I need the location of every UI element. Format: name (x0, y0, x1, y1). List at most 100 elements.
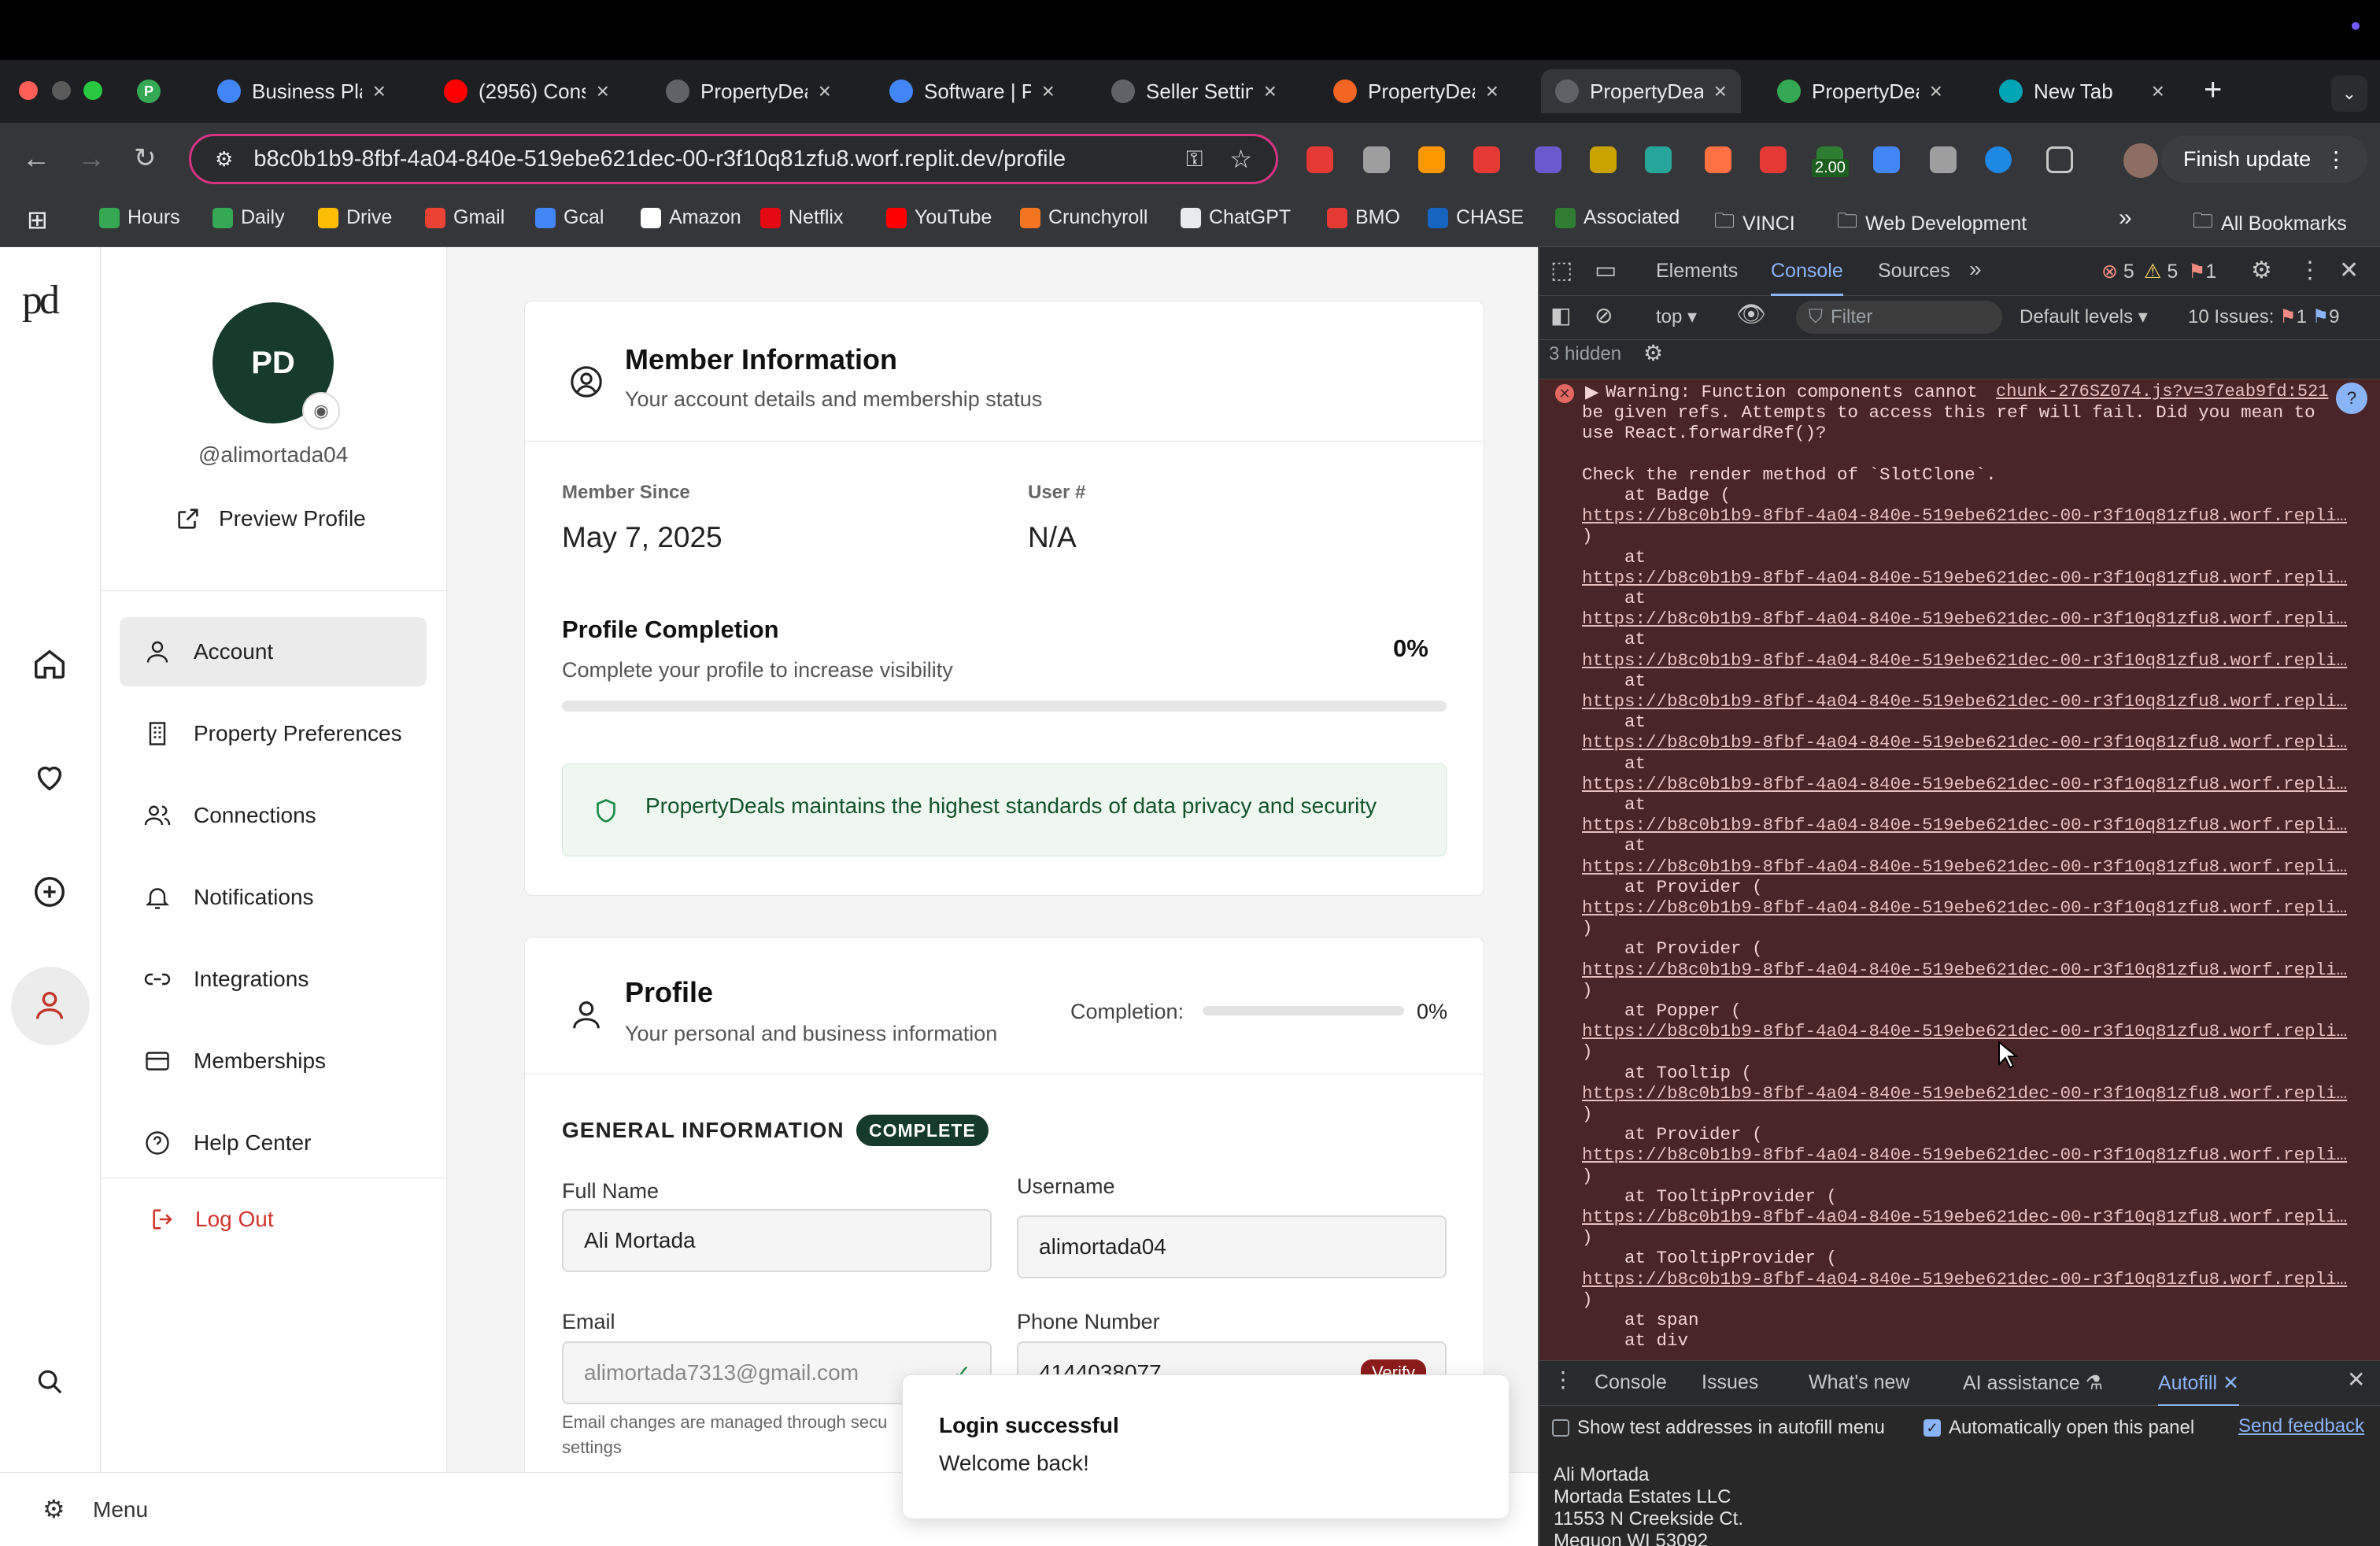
bookmark-item[interactable]: Amazon (641, 206, 741, 229)
home-icon[interactable] (31, 645, 68, 682)
console-settings-icon[interactable]: ⚙ (1643, 340, 1663, 366)
show-test-checkbox[interactable] (1552, 1419, 1569, 1437)
drawer-tab-close-icon[interactable]: ✕ (2223, 1372, 2239, 1394)
more-bookmarks-icon[interactable]: » (2119, 205, 2132, 231)
auto-open-checkbox[interactable]: ✓ (1924, 1419, 1941, 1437)
bookmark-item[interactable]: Associated (1555, 206, 1680, 229)
bookmark-star-icon[interactable]: ☆ (1229, 144, 1252, 174)
stack-trace-link[interactable]: https://b8c0b1b9-8fbf-4a04-840e-519ebe62… (1582, 1145, 2347, 1165)
bookmark-item[interactable]: CHASE (1428, 206, 1524, 229)
browser-tab[interactable]: New Tab × (1985, 69, 2179, 113)
bookmark-item[interactable]: Crunchyroll (1020, 206, 1148, 229)
more-tabs-icon[interactable]: » (1969, 257, 1982, 282)
console-filter-input[interactable]: ⛉ Filter (1796, 301, 2002, 334)
search-icon[interactable] (35, 1367, 65, 1396)
browser-tab[interactable]: Software | P × (875, 69, 1069, 113)
devtools-tab-elements[interactable]: Elements (1656, 260, 1738, 283)
extension-icon[interactable] (1363, 146, 1390, 173)
extension-icon[interactable] (1535, 146, 1561, 173)
password-key-icon[interactable]: ⚿ (1186, 146, 1203, 172)
drawer-tab-what-s-new[interactable]: What's new (1809, 1371, 1909, 1394)
stack-trace-link[interactable]: https://b8c0b1b9-8fbf-4a04-840e-519ebe62… (1582, 897, 2347, 918)
drawer-tab-ai-assistance[interactable]: AI assistance ⚗ (1963, 1371, 2103, 1395)
devtools-tab-sources[interactable]: Sources (1878, 260, 1950, 283)
stack-trace-link[interactable]: https://b8c0b1b9-8fbf-4a04-840e-519ebe62… (1582, 691, 2347, 712)
tab-close-icon[interactable]: × (1486, 79, 1499, 104)
stack-trace-link[interactable]: https://b8c0b1b9-8fbf-4a04-840e-519ebe62… (1582, 774, 2347, 794)
bookmark-item[interactable]: 🗀 VINCI (1714, 206, 1795, 241)
full-name-input[interactable]: Ali Mortada (562, 1209, 992, 1272)
sidebar-item-property-preferences[interactable]: Property Preferences (120, 699, 427, 768)
bookmark-item[interactable]: Gcal (535, 206, 604, 229)
live-expression-eye-icon[interactable]: 👁 (1736, 301, 1766, 328)
browser-tab[interactable]: Business Pla × (203, 69, 400, 113)
send-feedback-link[interactable]: Send feedback (2238, 1415, 2364, 1437)
extension-icon[interactable] (1590, 146, 1617, 173)
clear-console-icon[interactable]: ⊘ (1595, 302, 1613, 328)
issue-count[interactable]: ⚑1 (2188, 260, 2216, 283)
finish-update-button[interactable]: Finish update ⋮ (2161, 135, 2367, 183)
source-link[interactable]: chunk-276SZ074.js?v=37eab9fd:521 (1996, 382, 2328, 401)
browser-tab[interactable]: (2956) Cons × (430, 69, 623, 113)
context-select[interactable]: top ▾ (1656, 305, 1697, 328)
address-bar[interactable]: ⚙ b8c0b1b9-8fbf-4a04-840e-519ebe621dec-0… (189, 134, 1278, 184)
devtools-tab-console[interactable]: Console (1771, 260, 1843, 296)
stack-trace-link[interactable]: https://b8c0b1b9-8fbf-4a04-840e-519ebe62… (1582, 856, 2347, 877)
bookmark-item[interactable]: 🗀 Web Development (1837, 206, 2027, 241)
extension-icon[interactable] (1760, 146, 1787, 173)
sidebar-item-notifications[interactable]: Notifications (120, 863, 427, 932)
tab-close-icon[interactable]: × (1714, 79, 1727, 104)
sidebar-toggle-icon[interactable]: ◧ (1550, 302, 1571, 328)
all-bookmarks[interactable]: 🗀 All Bookmarks (2193, 206, 2347, 241)
app-logo[interactable]: pd (22, 277, 60, 324)
stack-trace-link[interactable]: https://b8c0b1b9-8fbf-4a04-840e-519ebe62… (1582, 1083, 2347, 1104)
site-info-icon[interactable]: ⚙ (215, 147, 233, 172)
bookmark-item[interactable]: YouTube (886, 206, 992, 229)
stack-trace-link[interactable]: https://b8c0b1b9-8fbf-4a04-840e-519ebe62… (1582, 608, 2347, 629)
devtools-menu-icon[interactable]: ⋮ (2298, 257, 2322, 284)
add-circle-icon[interactable] (31, 874, 68, 910)
drawer-tab-issues[interactable]: Issues (1702, 1371, 1758, 1394)
bookmark-item[interactable]: Netflix (760, 206, 843, 229)
browser-tab[interactable]: PropertyDea × (1763, 69, 1957, 113)
bookmark-item[interactable]: Daily (213, 206, 285, 229)
issues-summary[interactable]: 10 Issues: ⚑1 ⚑9 (2188, 305, 2340, 328)
stack-trace-link[interactable]: https://b8c0b1b9-8fbf-4a04-840e-519ebe62… (1582, 1021, 2347, 1041)
error-count[interactable]: ⊗ 5 (2101, 260, 2134, 283)
drawer-menu-icon[interactable]: ⋮ (1552, 1367, 1574, 1393)
stack-trace-link[interactable]: https://b8c0b1b9-8fbf-4a04-840e-519ebe62… (1582, 1207, 2347, 1227)
bookmark-item[interactable]: Hours (99, 206, 180, 229)
stack-trace-link[interactable]: https://b8c0b1b9-8fbf-4a04-840e-519ebe62… (1582, 1269, 2347, 1289)
tab-close-icon[interactable]: × (597, 79, 609, 104)
warning-count[interactable]: ⚠ 5 (2144, 260, 2178, 283)
browser-tab[interactable]: PropertyDea × (652, 69, 845, 113)
camera-icon[interactable]: ◉ (302, 392, 340, 430)
log-levels-select[interactable]: Default levels ▾ (2020, 305, 2148, 328)
expand-arrow-icon[interactable]: ▶ (1585, 382, 1598, 403)
stack-trace-link[interactable]: https://b8c0b1b9-8fbf-4a04-840e-519ebe62… (1582, 960, 2347, 980)
tab-close-icon[interactable]: × (2152, 79, 2164, 104)
devtools-close-icon[interactable]: ✕ (2339, 257, 2359, 284)
logout-button[interactable]: Log Out (150, 1206, 274, 1233)
extension-icon[interactable] (1873, 146, 1900, 173)
username-input[interactable]: alimortada04 (1017, 1215, 1447, 1278)
drawer-close-icon[interactable]: ✕ (2347, 1367, 2365, 1393)
show-test-addresses[interactable]: Show test addresses in autofill menu (1552, 1417, 1885, 1439)
extension-icon[interactable] (1306, 146, 1333, 173)
pinned-tab[interactable]: P (128, 69, 172, 113)
drawer-tab-console[interactable]: Console (1595, 1371, 1667, 1394)
extension-icon[interactable] (1473, 146, 1500, 173)
reload-icon[interactable]: ↻ (134, 140, 157, 176)
minimize-window-button[interactable] (52, 81, 71, 100)
browser-tab[interactable]: Seller Settin × (1097, 69, 1291, 113)
heart-icon[interactable] (31, 759, 68, 795)
gear-icon[interactable]: ⚙ (42, 1494, 65, 1524)
browser-tab[interactable]: PropertyDea × (1541, 69, 1741, 113)
sidebar-item-connections[interactable]: Connections (120, 781, 427, 850)
auto-open-panel[interactable]: ✓ Automatically open this panel (1924, 1417, 2194, 1439)
sidebar-item-help-center[interactable]: Help Center (120, 1108, 427, 1178)
tab-close-icon[interactable]: × (1930, 79, 1942, 104)
tab-close-icon[interactable]: × (1042, 79, 1055, 104)
menu-button[interactable]: Menu (93, 1497, 148, 1522)
forward-icon[interactable]: → (77, 140, 105, 176)
